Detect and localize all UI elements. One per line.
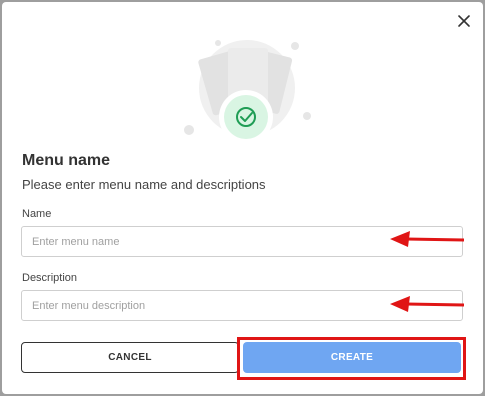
annotation-arrow-description xyxy=(390,296,464,312)
cancel-button[interactable]: CANCEL xyxy=(21,342,239,373)
dialog-title: Menu name xyxy=(22,152,111,169)
dialog-subtitle: Please enter menu name and descriptions xyxy=(22,177,266,192)
create-button[interactable]: CREATE xyxy=(243,342,461,373)
close-icon[interactable] xyxy=(453,10,475,32)
close-button[interactable] xyxy=(453,10,475,32)
description-label: Description xyxy=(22,272,78,284)
annotation-arrow-name xyxy=(390,231,464,247)
create-menu-dialog: Menu name Please enter menu name and des… xyxy=(2,2,483,394)
menu-check-illustration xyxy=(184,40,311,144)
name-label: Name xyxy=(22,208,52,220)
